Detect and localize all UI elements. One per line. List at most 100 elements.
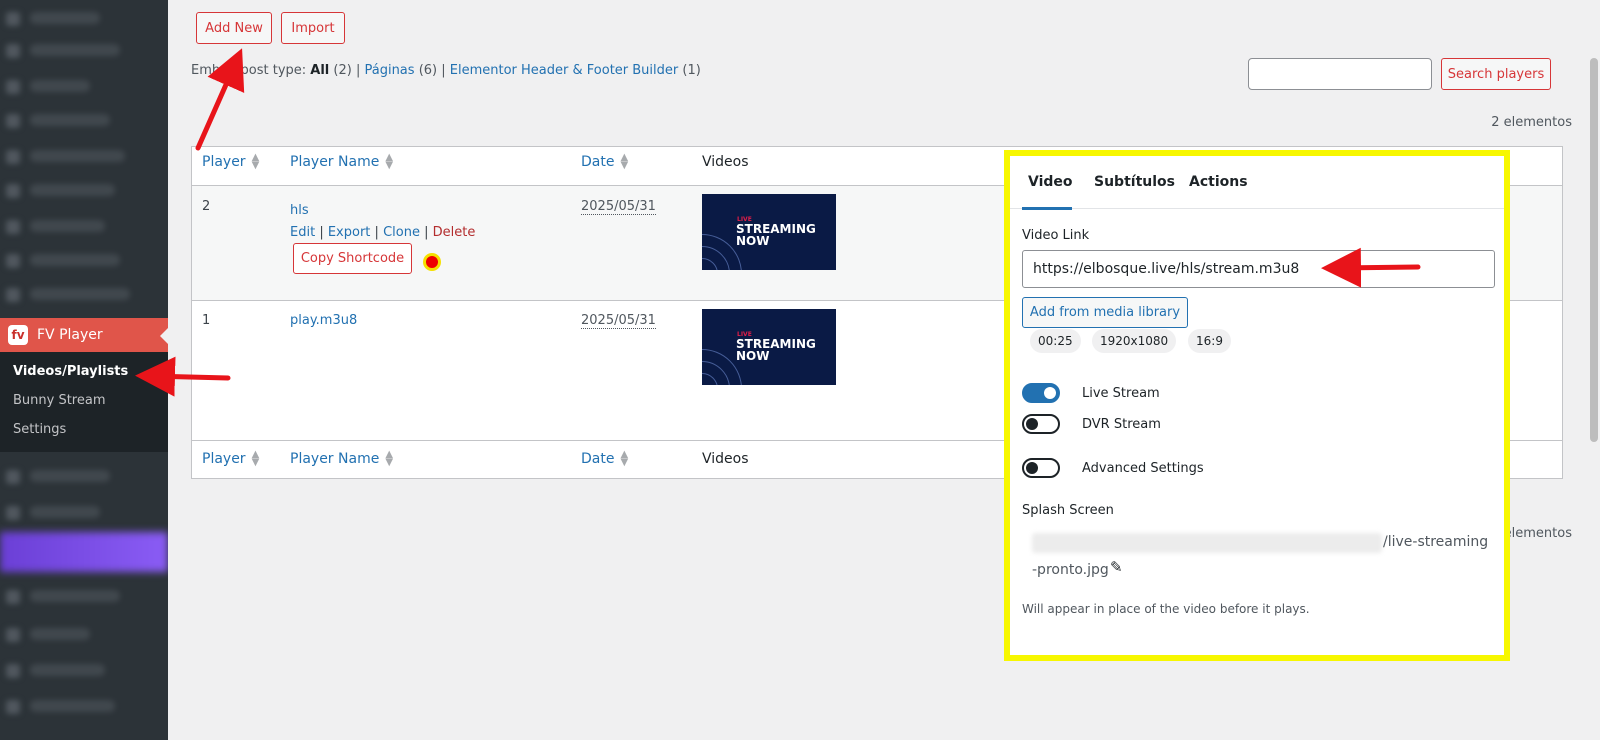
player-id: 2 xyxy=(202,199,211,214)
current-menu-notch xyxy=(160,328,168,344)
column-header-label: Date xyxy=(581,154,615,170)
add-new-button[interactable]: Add New xyxy=(196,12,272,44)
sort-icon: ▲ ▼ xyxy=(620,449,629,468)
copy-shortcode-button[interactable]: Copy Shortcode xyxy=(293,243,412,274)
menu-icon xyxy=(6,664,20,678)
sort-icon: ▲ ▼ xyxy=(620,152,629,171)
submenu-settings[interactable]: Settings xyxy=(0,415,168,444)
column-header-date[interactable]: Date ▲ ▼ xyxy=(581,152,629,171)
menu-icon xyxy=(6,700,20,714)
column-header-label: Player Name xyxy=(290,451,380,467)
filter-elementor[interactable]: Elementor Header & Footer Builder xyxy=(450,63,678,78)
sidebar-item[interactable] xyxy=(30,114,110,126)
video-thumbnail[interactable]: LIVE STREAMING NOW xyxy=(702,309,836,385)
sidebar-item[interactable] xyxy=(30,184,115,196)
menu-icon xyxy=(6,628,20,642)
date-cell: 2025/05/31 xyxy=(581,199,656,215)
menu-icon xyxy=(6,44,20,58)
advanced-settings-toggle[interactable] xyxy=(1022,458,1060,478)
edit-link[interactable]: Edit xyxy=(290,225,315,240)
toggle-knob xyxy=(1026,418,1038,430)
sidebar-item[interactable] xyxy=(30,664,105,676)
tab-video[interactable]: Video xyxy=(1028,174,1073,190)
export-link[interactable]: Export xyxy=(328,225,371,240)
menu-icon xyxy=(6,254,20,268)
search-players-button[interactable]: Search players xyxy=(1441,58,1551,90)
filter-all[interactable]: All xyxy=(310,63,329,78)
sidebar-item[interactable] xyxy=(30,288,130,300)
player-name-link[interactable]: hls xyxy=(290,203,309,218)
column-footer-videos: Videos xyxy=(702,451,749,467)
row-actions: Edit | Export | Clone | Delete xyxy=(290,225,476,240)
submenu-videos-playlists[interactable]: Videos/Playlists xyxy=(0,357,168,386)
player-id: 1 xyxy=(202,313,211,328)
column-header-label: Date xyxy=(581,451,615,467)
aspect-ratio-chip: 16:9 xyxy=(1188,329,1231,353)
search-input[interactable] xyxy=(1248,58,1432,90)
sidebar-item[interactable] xyxy=(30,44,120,56)
menu-icon xyxy=(6,288,20,302)
splash-url-end: /live-streaming xyxy=(1383,534,1489,550)
sidebar-item[interactable] xyxy=(30,470,110,482)
sidebar-item[interactable] xyxy=(30,12,100,24)
sidebar-item[interactable] xyxy=(30,590,120,602)
menu-icon xyxy=(6,80,20,94)
add-from-media-library-button[interactable]: Add from media library xyxy=(1022,297,1188,328)
column-header-label: Videos xyxy=(702,154,749,170)
dvr-stream-toggle[interactable] xyxy=(1022,414,1060,434)
pencil-icon[interactable]: ✎ xyxy=(1110,558,1123,576)
filter-all-count: (2) xyxy=(333,63,352,78)
menu-icon xyxy=(6,150,20,164)
sort-icon: ▲ ▼ xyxy=(385,449,394,468)
sidebar-item[interactable] xyxy=(30,700,115,712)
menu-icon xyxy=(6,590,20,604)
tab-subtitulos[interactable]: Subtítulos xyxy=(1094,174,1175,190)
sidebar-item-fv-player[interactable]: fv FV Player xyxy=(0,318,168,352)
item-count: 2 elementos xyxy=(1491,115,1572,130)
splash-url-tail: -pronto.jpg xyxy=(1032,562,1109,578)
import-button[interactable]: Import xyxy=(281,12,345,44)
video-link-label: Video Link xyxy=(1022,228,1090,243)
splash-screen-label: Splash Screen xyxy=(1022,503,1114,518)
video-link-input[interactable]: https://elbosque.live/hls/stream.m3u8 xyxy=(1022,250,1495,288)
filter-paginas[interactable]: Páginas xyxy=(364,63,414,78)
video-editor-panel: Video Subtítulos Actions Video Link http… xyxy=(1004,150,1510,661)
sidebar-item[interactable] xyxy=(30,628,90,640)
column-header-player-name[interactable]: Player Name ▲ ▼ xyxy=(290,152,394,171)
column-header-player[interactable]: Player ▲ ▼ xyxy=(202,152,260,171)
submenu-bunny-stream[interactable]: Bunny Stream xyxy=(0,386,168,415)
admin-sidebar: fv FV Player Videos/Playlists Bunny Stre… xyxy=(0,0,168,740)
sidebar-item[interactable] xyxy=(30,220,105,232)
sort-icon: ▲ ▼ xyxy=(251,152,260,171)
date-cell: 2025/05/31 xyxy=(581,313,656,329)
delete-link[interactable]: Delete xyxy=(433,225,476,240)
sidebar-item-label: FV Player xyxy=(37,327,103,343)
sort-icon: ▲ ▼ xyxy=(385,152,394,171)
menu-icon xyxy=(6,114,20,128)
sidebar-item[interactable] xyxy=(30,80,90,92)
column-header-videos: Videos xyxy=(702,154,749,170)
live-stream-toggle[interactable] xyxy=(1022,383,1060,403)
live-stream-label: Live Stream xyxy=(1082,386,1160,401)
column-footer-date[interactable]: Date ▲ ▼ xyxy=(581,449,629,468)
page-scrollbar[interactable] xyxy=(1590,58,1598,442)
column-header-label: Player xyxy=(202,451,246,467)
menu-icon xyxy=(6,12,20,26)
dvr-stream-label: DVR Stream xyxy=(1082,417,1161,432)
column-header-label: Player Name xyxy=(290,154,380,170)
tab-actions[interactable]: Actions xyxy=(1189,174,1248,190)
item-count-bottom: elementos xyxy=(1503,526,1572,541)
sidebar-item[interactable] xyxy=(30,254,120,266)
column-footer-player[interactable]: Player ▲ ▼ xyxy=(202,449,260,468)
click-marker-dot xyxy=(423,253,441,271)
duration-chip: 00:25 xyxy=(1030,329,1081,353)
column-footer-player-name[interactable]: Player Name ▲ ▼ xyxy=(290,449,394,468)
player-name-link[interactable]: play.m3u8 xyxy=(290,313,357,328)
clone-link[interactable]: Clone xyxy=(383,225,420,240)
sidebar-item[interactable] xyxy=(30,150,125,162)
video-thumbnail[interactable]: LIVE STREAMING NOW xyxy=(702,194,836,270)
sidebar-item[interactable] xyxy=(30,506,100,518)
fv-player-submenu: Videos/Playlists Bunny Stream Settings xyxy=(0,352,168,452)
sort-icon: ▲ ▼ xyxy=(251,449,260,468)
menu-icon xyxy=(6,184,20,198)
